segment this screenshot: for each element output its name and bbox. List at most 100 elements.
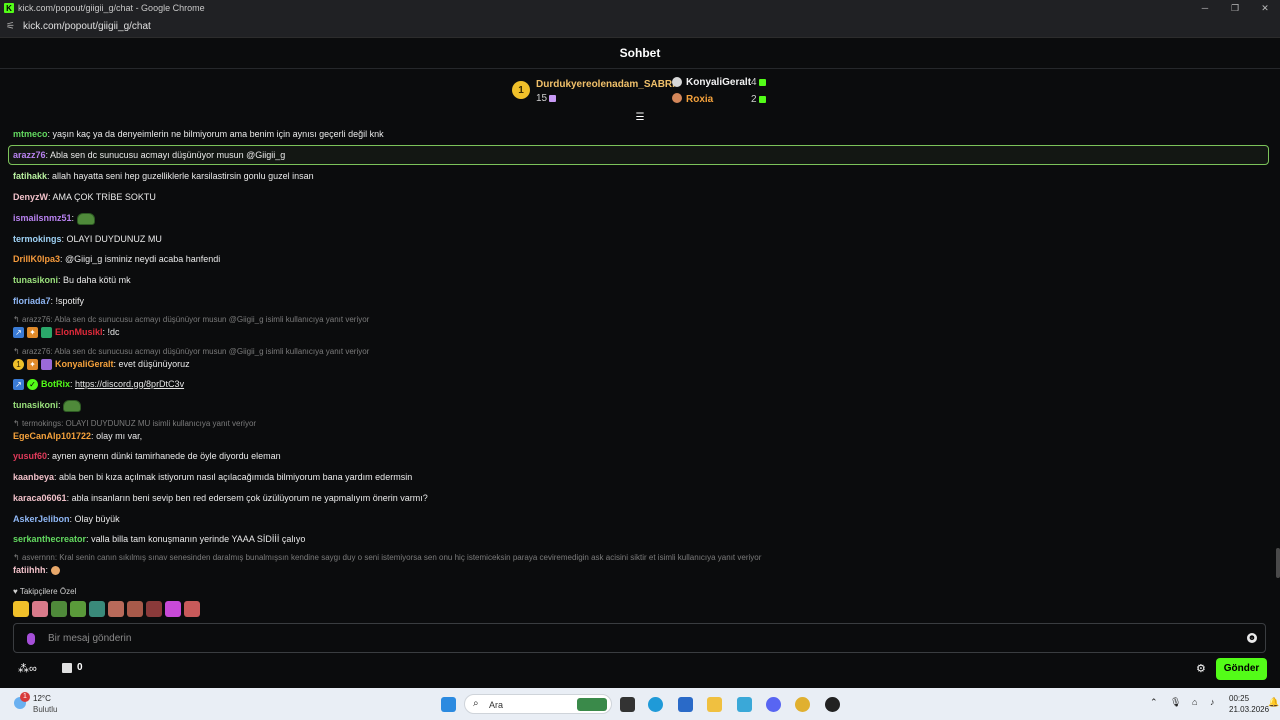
emoji-picker-icon[interactable]: ☻	[1247, 633, 1257, 643]
store-icon[interactable]	[62, 663, 72, 673]
chat-username[interactable]: karaca06061	[13, 493, 67, 503]
microphone-icon[interactable]	[27, 633, 35, 645]
clock-date[interactable]: 21.03.2026	[1229, 705, 1269, 714]
chat-message: termokings: OLAYI DUYDUNUZ MU	[13, 234, 162, 244]
emote-8-icon[interactable]	[146, 601, 162, 617]
chat-username[interactable]: fatiihhh	[13, 565, 46, 575]
chat-message: yusuf60: aynen aynenn dünki tamirhanede …	[13, 451, 281, 461]
chat-username[interactable]: AskerJelibon	[13, 514, 70, 524]
chat-text: aynen aynenn dünki tamirhanede de öyle d…	[52, 451, 281, 461]
reply-context[interactable]: ↰ termokings: OLAYI DUYDUNUZ MU isimli k…	[13, 419, 256, 428]
site-settings-icon[interactable]: ⚟	[6, 21, 15, 32]
emote-3-icon[interactable]	[51, 601, 67, 617]
butterfly-badge-icon: ✦	[27, 327, 38, 339]
chat-username[interactable]: KonyaliGeralt	[55, 359, 114, 369]
chat-username[interactable]: mtmeco	[13, 129, 48, 139]
minimize-icon[interactable]: ─	[1190, 0, 1220, 16]
address-bar[interactable]: ⚟ kick.com/popout/giigii_g/chat	[0, 16, 1280, 38]
search-input[interactable]: Ara	[489, 700, 503, 710]
chat-username[interactable]: fatihakk	[13, 171, 47, 181]
verified-badge-icon: ✓	[27, 379, 38, 391]
leader-second-name[interactable]: KonyaliGeralt	[686, 77, 751, 88]
chat-username[interactable]: arazz76	[13, 150, 46, 160]
chat-text: abla insanların beni sevip ben red eders…	[71, 493, 428, 503]
chat-text: valla billa tam konuşmanın yerinde YAAA …	[91, 534, 306, 544]
chat-username[interactable]: DenyzW	[13, 192, 48, 202]
emote-9-icon[interactable]	[165, 601, 181, 617]
leader-third-name[interactable]: Roxia	[686, 94, 713, 105]
chat-message: arazz76: Abla sen dc sunucusu acmayı düş…	[13, 150, 286, 160]
windows-taskbar: 1 12°C Bulutlu ⌕ Ara ⌃ 🎙 ⌂ ♪ 00:25 21.03…	[0, 688, 1280, 720]
edge-icon[interactable]	[648, 697, 663, 712]
chat-username[interactable]: floriada7	[13, 296, 51, 306]
emote-1-icon[interactable]	[13, 601, 29, 617]
volume-icon[interactable]: ♪	[1210, 697, 1215, 707]
chat-username[interactable]: ElonMusikl	[55, 327, 103, 337]
url-text[interactable]: kick.com/popout/giigii_g/chat	[23, 21, 151, 32]
chat-messages: mtmeco: yaşın kaç ya da denyeimlerin ne …	[8, 123, 1270, 577]
page-title: Sohbet	[619, 46, 661, 60]
clock-time[interactable]: 00:25	[1229, 694, 1249, 703]
leader-first-name[interactable]: Durdukyereolenadam_SABRI	[536, 79, 675, 90]
leader-second-count: 4	[751, 77, 766, 88]
close-icon[interactable]: ✕	[1250, 0, 1280, 16]
kick-logo-icon: K	[4, 3, 14, 13]
chat-message: ismailsnmz51:	[13, 212, 95, 225]
chat-text: yaşın kaç ya da denyeimlerin ne bilmiyor…	[52, 129, 384, 139]
chat-message: mtmeco: yaşın kaç ya da denyeimlerin ne …	[13, 129, 384, 139]
reply-context[interactable]: ↰ asvernnn: Kral senin canın sıkılmış sı…	[13, 553, 761, 562]
task-view-icon[interactable]	[620, 697, 635, 712]
chrome-icon[interactable]	[795, 697, 810, 712]
chat-message: fatihakk: allah hayatta seni hep guzelli…	[13, 171, 314, 181]
app-icon[interactable]	[737, 697, 752, 712]
chat-input[interactable]: Bir mesaj gönderin	[48, 633, 131, 644]
emote-10-icon[interactable]	[184, 601, 200, 617]
file-explorer-icon[interactable]	[707, 697, 722, 712]
points-icon[interactable]: ⁂∞	[18, 662, 37, 675]
rank-badge-icon: 1	[13, 359, 24, 371]
chat-text: !spotify	[55, 296, 85, 306]
chat-scrollbar[interactable]	[1276, 548, 1280, 578]
chat-input-box[interactable]: Bir mesaj gönderin ☻	[13, 623, 1266, 653]
chat-username[interactable]: tunasikoni	[13, 275, 58, 285]
notification-bell-icon[interactable]: 🔔	[1268, 697, 1279, 708]
reply-context[interactable]: ↰ arazz76: Abla sen dc sunucusu acmayı d…	[13, 315, 369, 324]
chat-username[interactable]: serkanthecreator	[13, 534, 86, 544]
emote-4-icon[interactable]	[70, 601, 86, 617]
app-icon-dark[interactable]	[825, 697, 840, 712]
chat-username[interactable]: DrillK0lpa3	[13, 254, 60, 264]
windows-start-icon[interactable]	[441, 697, 456, 712]
gift-badge-icon	[41, 359, 52, 371]
chat-username[interactable]: ismailsnmz51	[13, 213, 72, 223]
reply-context[interactable]: ↰ arazz76: Abla sen dc sunucusu acmayı d…	[13, 347, 369, 356]
network-icon[interactable]: ⌂	[1192, 697, 1197, 707]
discord-icon[interactable]	[766, 697, 781, 712]
chat-link[interactable]: https://discord.gg/8prDtC3v	[75, 379, 184, 389]
chat-username[interactable]: BotRix	[41, 379, 70, 389]
chat-username[interactable]: EgeCanAlp101722	[13, 431, 91, 441]
weather-desc[interactable]: Bulutlu	[33, 705, 57, 714]
weather-temp[interactable]: 12°C	[33, 694, 51, 703]
chat-username[interactable]: tunasikoni	[13, 400, 58, 410]
chat-username[interactable]: termokings	[13, 234, 62, 244]
emote-6-icon[interactable]	[108, 601, 124, 617]
emote-5-icon[interactable]	[89, 601, 105, 617]
emote-2-icon[interactable]	[32, 601, 48, 617]
chat-text: @Giigi_g isminiz neydi acaba hanfendi	[65, 254, 221, 264]
mic-tray-icon[interactable]: 🎙	[1170, 697, 1181, 708]
taskbar-search[interactable]: ⌕ Ara	[464, 694, 612, 714]
rank-2-medal-icon	[672, 77, 682, 87]
store-app-icon[interactable]	[678, 697, 693, 712]
emote-7-icon[interactable]	[127, 601, 143, 617]
chat-username[interactable]: kaanbeya	[13, 472, 54, 482]
tray-chevron-icon[interactable]: ⌃	[1150, 697, 1158, 708]
chat-message: fatiihhh:	[13, 564, 60, 576]
maximize-icon[interactable]: ❐	[1220, 0, 1250, 16]
filter-icon[interactable]: ☰	[634, 113, 646, 123]
chat-header: Sohbet	[0, 38, 1280, 69]
send-button[interactable]: Gönder	[1216, 658, 1267, 680]
chat-text: allah hayatta seni hep guzelliklerle kar…	[52, 171, 314, 181]
chat-text: abla ben bi kıza açılmak istiyorum nasıl…	[59, 472, 413, 482]
settings-gear-icon[interactable]: ⚙	[1196, 662, 1206, 675]
chat-username[interactable]: yusuf60	[13, 451, 47, 461]
